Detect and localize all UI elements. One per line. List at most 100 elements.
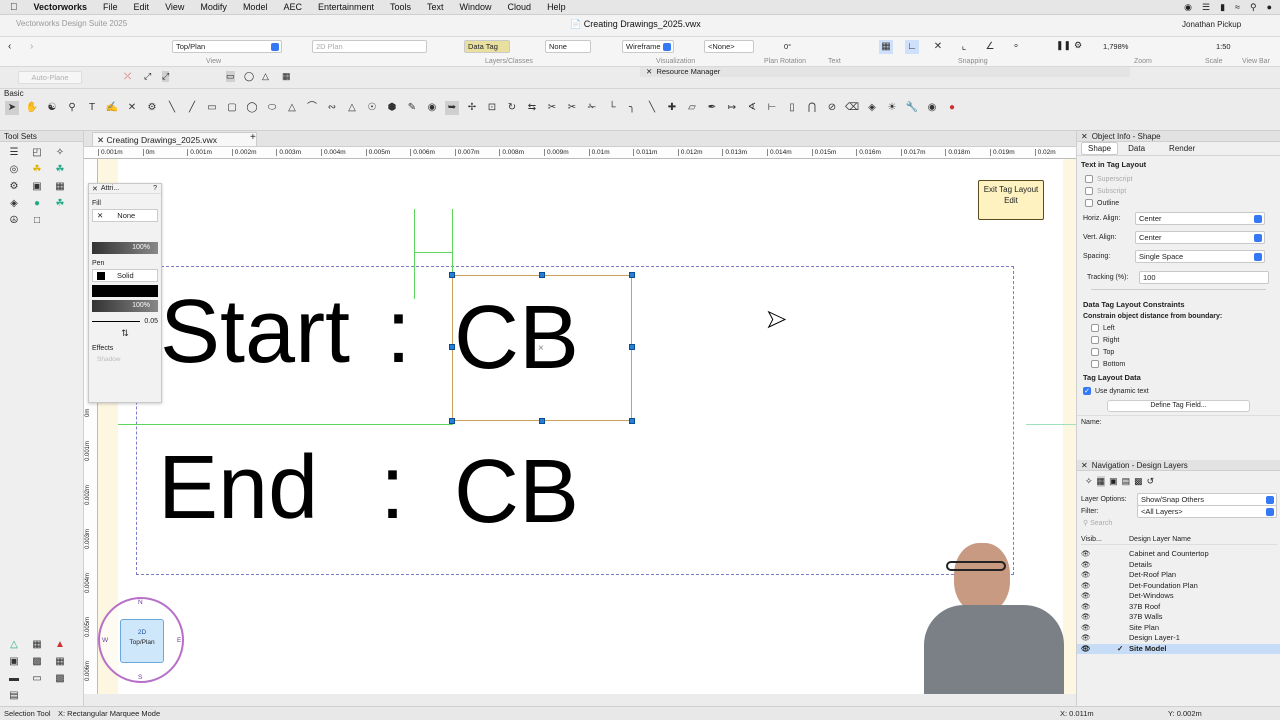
tracking-slider[interactable]	[1091, 289, 1266, 290]
text-tool-icon[interactable]: T	[85, 101, 99, 115]
record-icon[interactable]: ◉	[1184, 2, 1192, 13]
filter-select[interactable]: <All Layers>	[1137, 505, 1277, 518]
chamfer-tool-icon[interactable]: ╲	[645, 101, 659, 115]
eye-icon[interactable]: 👁	[1081, 570, 1091, 581]
menu-entertainment[interactable]: Entertainment	[310, 2, 382, 12]
battery-icon[interactable]: ▮	[1220, 2, 1225, 13]
spiral-tool-icon[interactable]: ☉	[365, 101, 379, 115]
tab-shape[interactable]: Shape	[1081, 142, 1119, 155]
eye-icon[interactable]: 👁	[1081, 633, 1091, 644]
line-weight-dropdown[interactable]: 0.05	[92, 316, 158, 326]
eye-icon[interactable]: 👁	[1081, 549, 1091, 560]
layer-row[interactable]: 👁 Site Plan	[1077, 623, 1280, 634]
menu-help[interactable]: Help	[539, 2, 574, 12]
spacing-dropdown[interactable]: Single Space	[1135, 250, 1265, 263]
toolset-hedge-icon[interactable]: ☘	[53, 197, 67, 211]
toolset-drawer-icon[interactable]: ▤	[7, 689, 21, 703]
dimension-tool-icon[interactable]: ↦	[725, 101, 739, 115]
toolset-3d-icon[interactable]: ◈	[7, 197, 21, 211]
eraser-tool-icon[interactable]: ▱	[685, 101, 699, 115]
join-tool-icon[interactable]: ✚	[665, 101, 679, 115]
pen-tool-icon[interactable]: ✒	[705, 101, 719, 115]
selection-handle[interactable]	[629, 272, 635, 278]
reshape-tool-icon[interactable]: ➥	[445, 101, 459, 115]
user-name[interactable]: Jonathan Pickup	[1182, 20, 1241, 29]
lasso-mode-icon[interactable]: ◯	[244, 71, 254, 82]
vert-align-dropdown[interactable]: Center	[1135, 231, 1265, 244]
attribute-mapping-icon[interactable]: ◉	[425, 101, 439, 115]
menu-file[interactable]: File	[95, 2, 126, 12]
toolset-dims2-icon[interactable]: ☮	[7, 214, 21, 228]
use-dynamic-text-checkbox[interactable]: ✓ Use dynamic text	[1077, 385, 1280, 397]
toolset-machine-icon[interactable]: ▣	[7, 655, 21, 669]
toolset-building-icon[interactable]: ◰	[30, 146, 44, 160]
menu-model[interactable]: Model	[235, 2, 276, 12]
toolset-furniture-icon[interactable]: ◎	[7, 163, 21, 177]
layer-options-dropdown[interactable]: <None>	[704, 40, 754, 53]
light-tool-icon[interactable]: ☀	[885, 101, 899, 115]
add-tab-icon[interactable]: +	[250, 132, 256, 143]
menu-modify[interactable]: Modify	[192, 2, 235, 12]
wrench-tool-icon[interactable]: 🔧	[905, 101, 919, 115]
name-field[interactable]: Name:	[1077, 415, 1280, 429]
connect-tool-icon[interactable]: └	[605, 101, 619, 115]
snap-tangent-icon[interactable]: ∘	[1009, 40, 1023, 54]
selection-handle[interactable]	[629, 344, 635, 350]
document-tab[interactable]: ✕ Creating Drawings_2025.vwx	[92, 132, 257, 146]
shadow-checkbox[interactable]: Shadow	[89, 354, 161, 365]
menu-tools[interactable]: Tools	[382, 2, 419, 12]
data-tag-tool-icon[interactable]: ⌫	[845, 101, 859, 115]
clip-cube-icon[interactable]: ⋂	[805, 101, 819, 115]
mode-icon-1[interactable]: ⤫	[124, 71, 131, 82]
rectangle-tool-icon[interactable]: ▭	[205, 101, 219, 115]
mode-icon-3[interactable]: ⤢	[162, 71, 170, 82]
toolset-dims-icon[interactable]: ☰	[7, 146, 21, 160]
menu-aec[interactable]: AEC	[275, 2, 310, 12]
clip-tool-icon[interactable]: ✁	[585, 101, 599, 115]
nav-tab-classes-icon[interactable]: ▣	[1109, 476, 1118, 487]
auto-plane-button[interactable]: Auto-Plane	[18, 71, 82, 84]
tag-line2-value[interactable]: CB	[454, 447, 579, 537]
fillet-tool-icon[interactable]: ╮	[625, 101, 639, 115]
arc-tool-icon[interactable]: ⌒	[305, 101, 319, 115]
layer-row[interactable]: 👁 Details	[1077, 560, 1280, 571]
nav-tab-ref-icon[interactable]: ↺	[1147, 476, 1155, 487]
toolset-grid-icon[interactable]: ▦	[30, 638, 44, 652]
mode-icon-2[interactable]: ⤢	[144, 71, 151, 82]
toolset-objects-icon[interactable]: ▣	[30, 180, 44, 194]
tab-render[interactable]: Render	[1163, 143, 1201, 154]
oval-tool-icon[interactable]: ⬭	[265, 101, 279, 115]
toolset-box-icon[interactable]: ▭	[30, 672, 44, 686]
horiz-align-dropdown[interactable]: Center	[1135, 212, 1265, 225]
double-line-tool-icon[interactable]: ╱	[185, 101, 199, 115]
arrowhead-icon[interactable]: ⇅	[89, 328, 161, 339]
selection-handle[interactable]	[449, 418, 455, 424]
toolset-stage-icon[interactable]: ▦	[53, 655, 67, 669]
pause-icon[interactable]: ❚❚	[1056, 40, 1071, 51]
layer-row[interactable]: 👁 Det-Foundation Plan	[1077, 581, 1280, 592]
layer-row[interactable]: 👁 Det-Windows	[1077, 591, 1280, 602]
render-tool-icon[interactable]: ●	[945, 101, 959, 115]
bucket-tool-icon[interactable]: ◉	[925, 101, 939, 115]
tab-data[interactable]: Data	[1122, 143, 1151, 154]
tag-line1-colon[interactable]: :	[386, 287, 411, 377]
close-panel-icon[interactable]: ✕	[1081, 131, 1088, 142]
polyline-tool-icon[interactable]: △	[345, 101, 359, 115]
rounded-rect-tool-icon[interactable]: ▢	[225, 101, 239, 115]
selection-handle[interactable]	[539, 418, 545, 424]
zoom-value[interactable]: 1,798%	[1103, 42, 1128, 51]
polygon-tool-icon[interactable]: △	[285, 101, 299, 115]
view-dropdown[interactable]: Top/Plan	[172, 40, 282, 53]
snap-angle-icon[interactable]: ∠	[983, 40, 997, 54]
siri-icon[interactable]: ●	[1267, 2, 1272, 12]
pen-color-swatch[interactable]	[92, 285, 158, 297]
chain-dim-icon[interactable]: ⊢	[765, 101, 779, 115]
drawing-canvas[interactable]: Start : CB End : CB × Exit Tag Layout Ed…	[98, 159, 1076, 694]
apple-icon[interactable]: 	[0, 2, 26, 13]
layer-row[interactable]: 👁 Det-Roof Plan	[1077, 570, 1280, 581]
tag-line2-label[interactable]: End	[158, 443, 318, 533]
menu-cloud[interactable]: Cloud	[500, 2, 540, 12]
toolset-detail-icon[interactable]: ▦	[53, 180, 67, 194]
pan-tool-icon[interactable]: ✋	[25, 101, 39, 115]
close-palette-icon[interactable]: ✕	[92, 185, 98, 193]
